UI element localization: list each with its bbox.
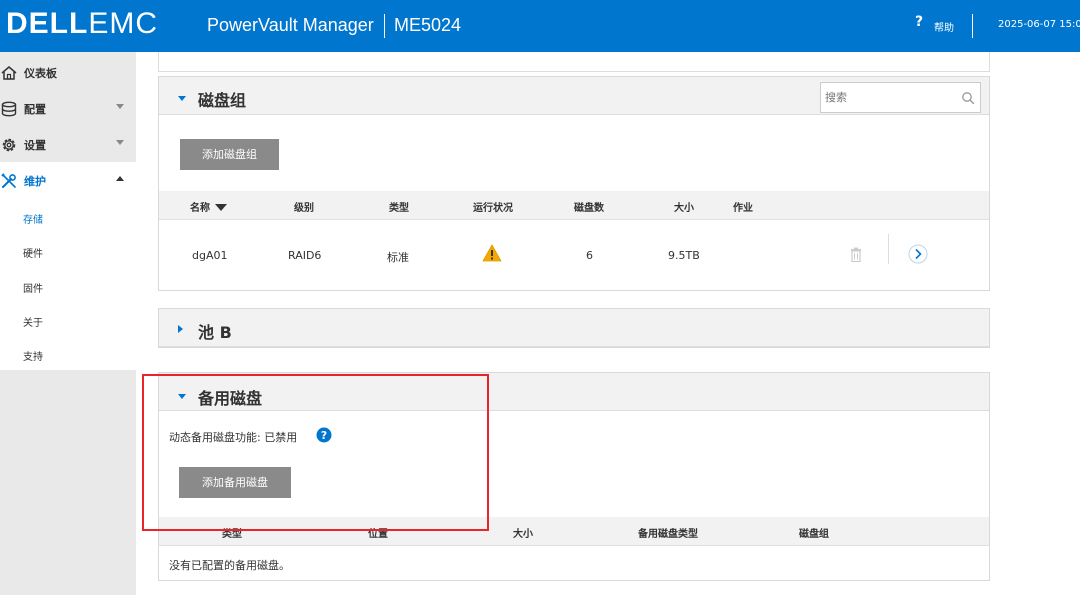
maintenance-submenu: 存储 硬件 固件 关于 支持 <box>0 198 136 370</box>
chevron-right-icon[interactable] <box>908 244 928 264</box>
column-header-spare-type[interactable]: 备用磁盘类型 <box>638 525 698 540</box>
sidebar-item-label: 仪表板 <box>24 67 57 80</box>
column-header-health[interactable]: 运行状况 <box>473 199 513 214</box>
gear-icon <box>2 138 16 152</box>
sidebar-item-label: 设置 <box>24 139 46 152</box>
add-disk-group-button[interactable]: 添加磁盘组 <box>180 139 279 170</box>
cell-level: RAID6 <box>288 249 322 262</box>
logo-dell-text: DELL <box>6 7 89 40</box>
submenu-item-support[interactable]: 支持 <box>23 348 43 363</box>
help-link[interactable]: 帮助 <box>934 19 954 34</box>
sidebar-item-label: 配置 <box>24 103 46 116</box>
cell-type: 标准 <box>387 251 409 264</box>
sidebar-item-settings[interactable]: 设置 <box>0 126 136 162</box>
pool-b-header[interactable]: 池 B <box>159 309 989 347</box>
delete-icon[interactable] <box>850 247 862 262</box>
sort-desc-icon[interactable] <box>215 204 227 211</box>
system-datetime: 2025-06-07 15:06 <box>998 19 1080 30</box>
dell-emc-logo: DELLEMC <box>6 8 158 40</box>
cell-size: 9.5TB <box>668 249 700 262</box>
sidebar-item-dashboard[interactable]: 仪表板 <box>0 54 136 90</box>
column-header-type[interactable]: 类型 <box>389 199 409 214</box>
column-header-job[interactable]: 作业 <box>733 199 753 214</box>
help-icon[interactable]: ? <box>915 14 923 30</box>
chevron-down-icon <box>116 104 124 109</box>
warning-icon <box>482 244 502 262</box>
panel-title: 池 B <box>198 323 232 342</box>
search-input[interactable] <box>825 87 955 107</box>
top-header: DELLEMC PowerVault Manager ME5024 ? 帮助 2… <box>0 0 1080 52</box>
cell-name: dgA01 <box>192 249 228 262</box>
app-title: PowerVault Manager <box>207 15 374 35</box>
home-icon <box>1 66 17 80</box>
empty-table-message: 没有已配置的备用磁盘。 <box>169 559 290 572</box>
cell-disks: 6 <box>586 249 593 262</box>
submenu-item-firmware[interactable]: 固件 <box>23 280 43 295</box>
disk-groups-panel: 磁盘组 添加磁盘组 名称 级别 类型 运行状况 磁盘数 大小 作业 dgA01 … <box>158 76 990 291</box>
logo-emc-text: EMC <box>88 7 158 40</box>
submenu-item-hardware[interactable]: 硬件 <box>23 245 43 260</box>
tools-icon <box>1 173 16 188</box>
panel-title: 磁盘组 <box>198 91 247 110</box>
column-header-level[interactable]: 级别 <box>294 199 314 214</box>
column-header-disk-group[interactable]: 磁盘组 <box>799 525 829 540</box>
row-action-divider <box>888 234 889 264</box>
column-header-size[interactable]: 大小 <box>674 199 694 214</box>
collapse-icon[interactable] <box>178 96 186 101</box>
sidebar-item-label: 维护 <box>24 175 46 188</box>
chevron-down-icon <box>116 140 124 145</box>
chevron-up-icon <box>116 176 124 181</box>
column-header-disks[interactable]: 磁盘数 <box>574 199 604 214</box>
table-row[interactable]: dgA01 RAID6 标准 6 9.5TB <box>159 221 989 291</box>
column-header-size[interactable]: 大小 <box>513 525 533 540</box>
submenu-item-storage[interactable]: 存储 <box>23 211 43 226</box>
expand-icon[interactable] <box>178 325 183 333</box>
disk-groups-table-header: 名称 级别 类型 运行状况 磁盘数 大小 作业 <box>159 191 989 220</box>
database-icon <box>1 101 17 117</box>
search-icon[interactable] <box>961 91 975 105</box>
pool-b-panel: 池 B <box>158 308 990 348</box>
highlight-annotation <box>142 374 489 531</box>
search-box[interactable] <box>820 82 981 113</box>
disk-groups-header[interactable]: 磁盘组 <box>159 77 989 115</box>
system-model: ME5024 <box>394 15 462 35</box>
previous-panel-bottom <box>158 52 990 72</box>
column-header-name[interactable]: 名称 <box>190 199 227 214</box>
title-divider <box>384 14 385 38</box>
sidebar-item-maintenance[interactable]: 维护 <box>0 162 136 198</box>
submenu-item-about[interactable]: 关于 <box>23 314 43 329</box>
sidebar-item-provisioning[interactable]: 配置 <box>0 90 136 126</box>
header-divider <box>972 14 973 38</box>
